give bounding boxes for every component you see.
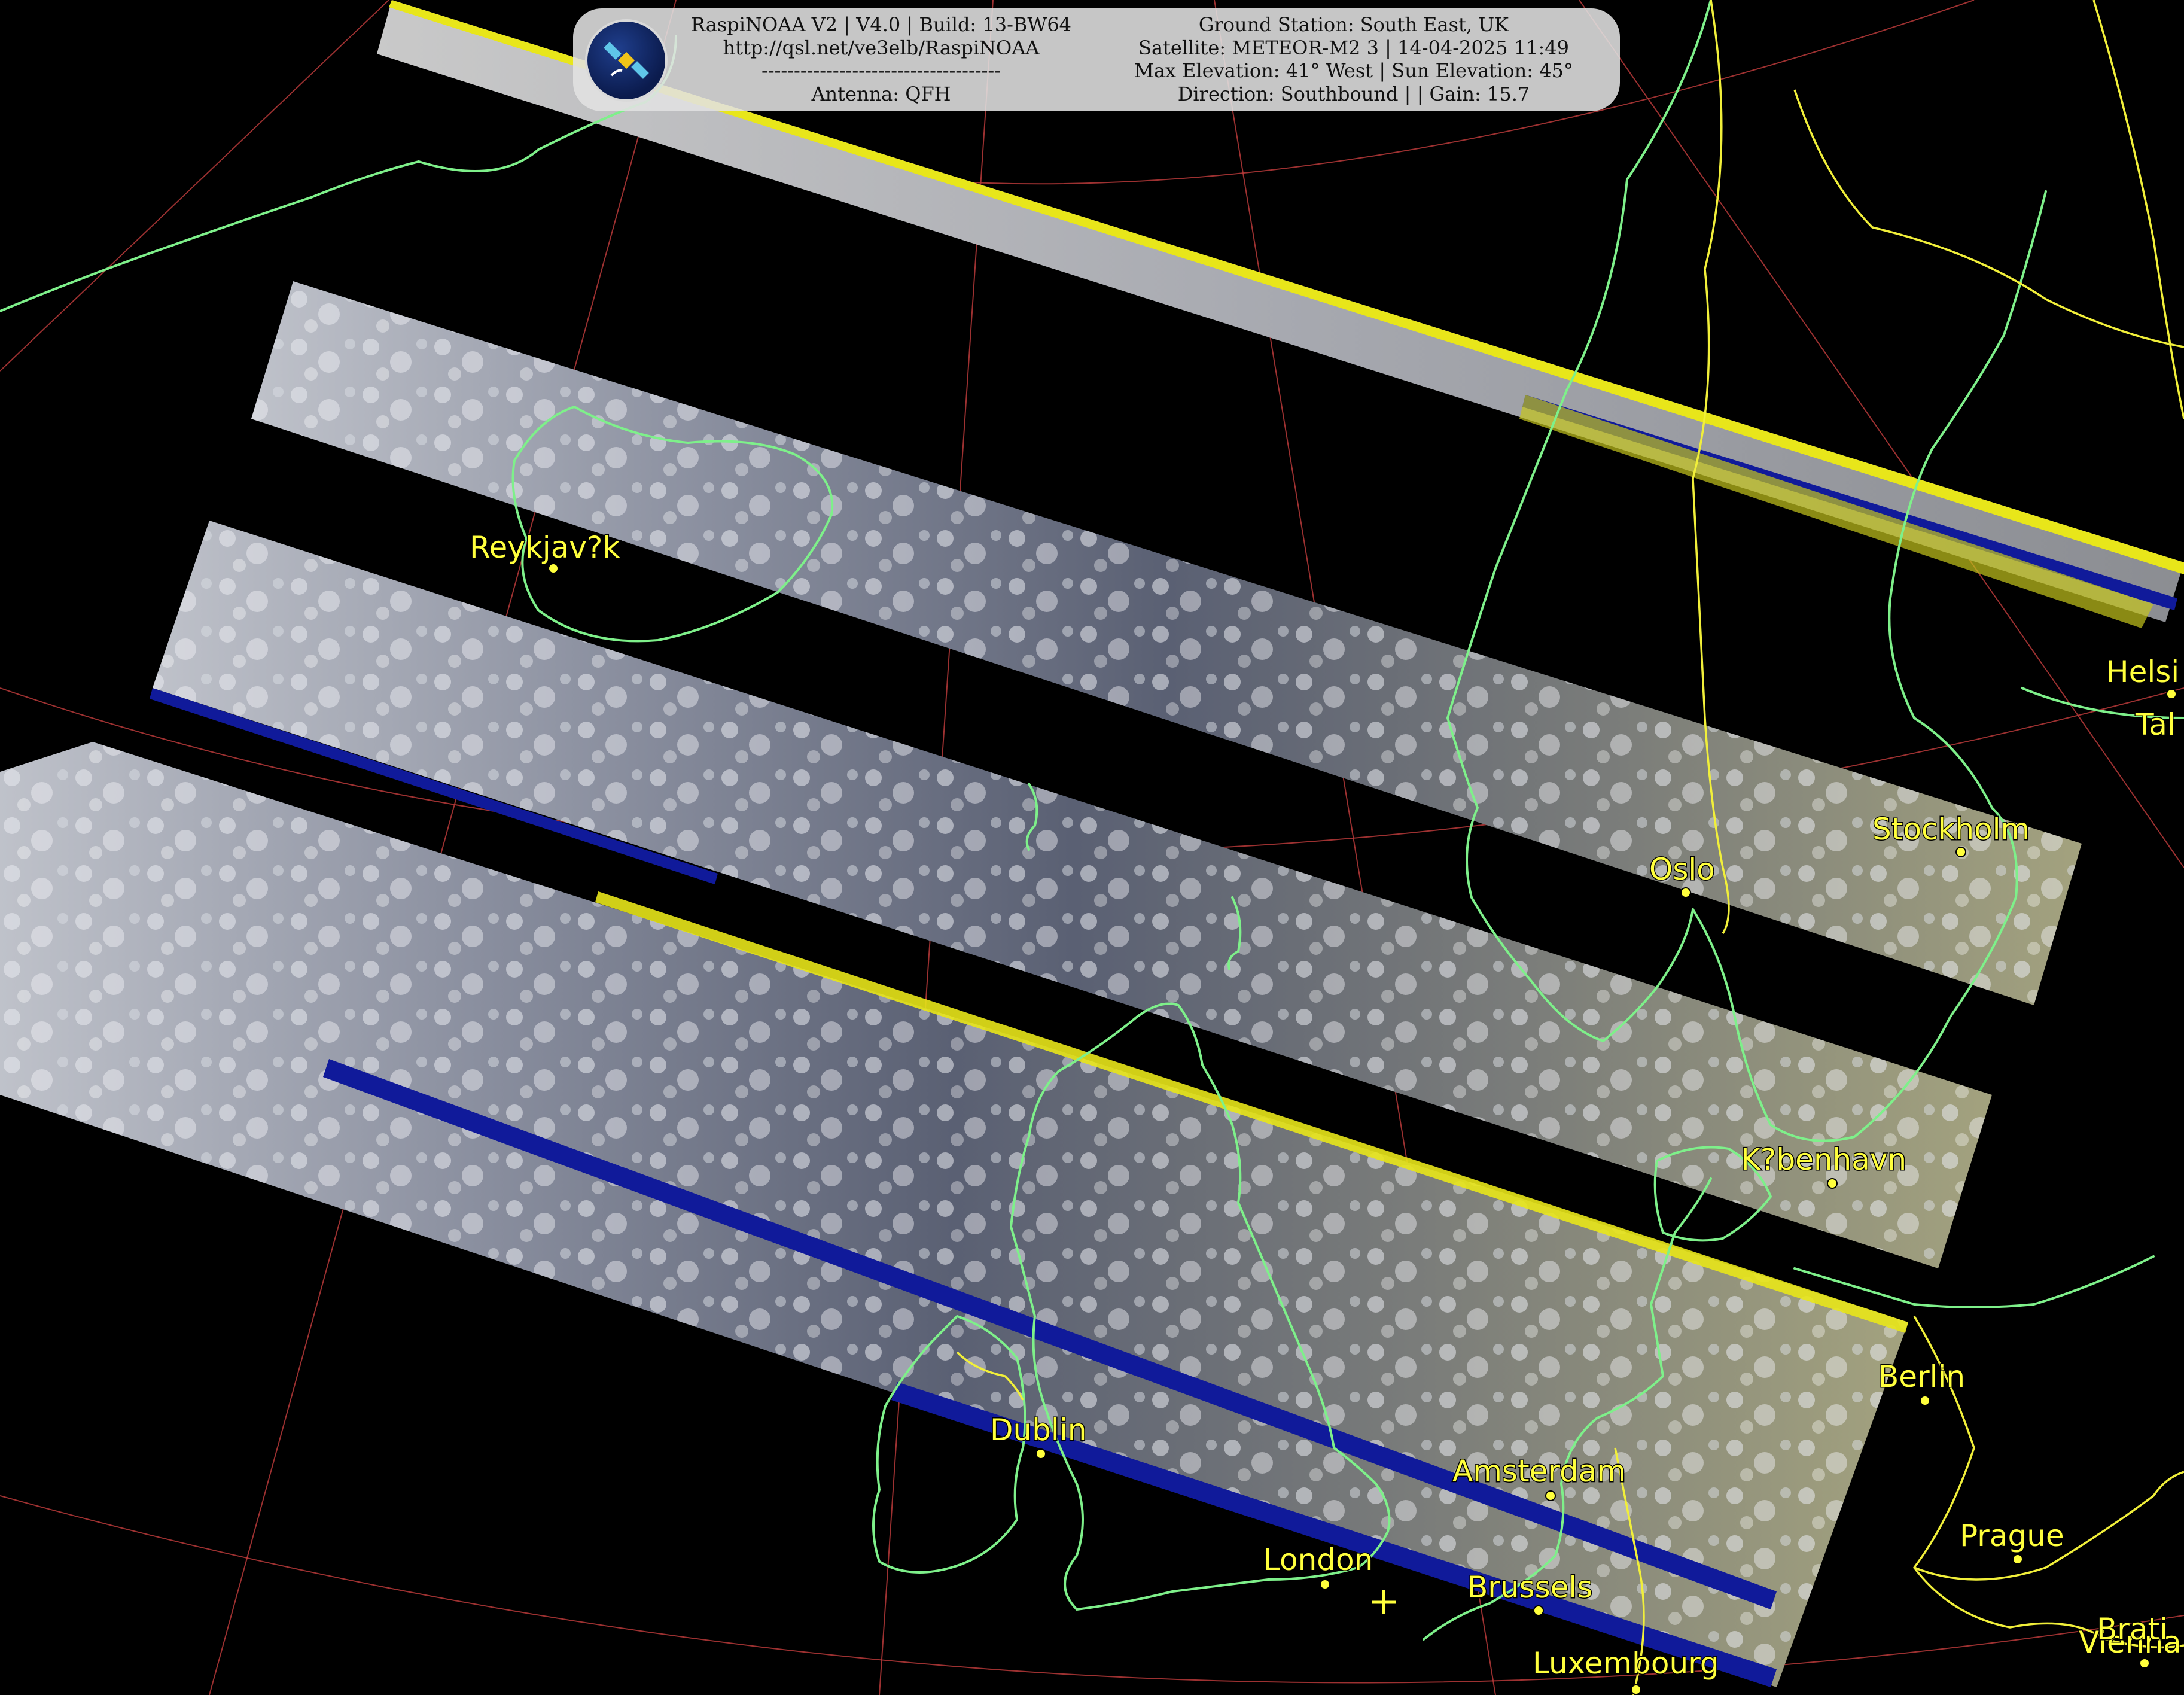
ground-station-text: Ground Station: South East, UK [1198,13,1509,36]
city-label-london: London [1263,1542,1373,1577]
panel-left-column: RaspiNOAA V2 | V4.0 | Build: 13-BW64 htt… [672,13,1091,105]
city-dot-reykjavik [548,563,559,574]
city-dot-helsinki [2166,689,2177,699]
city-label-amsterdam: Amsterdam [1452,1454,1626,1489]
city-dot-amsterdam [1545,1490,1556,1501]
pass-info-panel: RaspiNOAA V2 | V4.0 | Build: 13-BW64 htt… [573,8,1620,111]
city-dot-dublin [1035,1448,1046,1459]
satellite-text: Satellite: METEOR-M2 3 | 14-04-2025 11:4… [1138,36,1569,59]
city-dot-vienna [2139,1658,2150,1669]
city-label-luxembourg: Luxembourg [1533,1646,1719,1681]
coast-sweden [1692,190,2047,1142]
cross-marker-icon [1372,1590,1396,1614]
elevation-text: Max Elevation: 41° West | Sun Elevation:… [1134,59,1573,82]
swath-1-yellow-patch [1519,395,2153,628]
city-dot-oslo [1680,887,1691,898]
city-dot-stockholm [1955,847,1966,857]
city-dot-brussels [1533,1605,1544,1616]
city-dot-kobenhavn [1827,1178,1838,1189]
coast-baltic [1793,1255,2155,1308]
city-dot-luxembourg [1631,1684,1641,1695]
city-label-stockholm: Stockholm [1872,812,2030,847]
city-label-reykjavik: Reykjav?k [470,530,620,565]
city-label-oslo: Oslo [1649,852,1715,887]
antenna-text: Antenna: QFH [811,82,951,105]
city-label-bratislava: Brati [2097,1612,2168,1647]
panel-divider: ------------------------------------- [761,59,1001,82]
panel-right-column: Ground Station: South East, UK Satellite… [1099,13,1608,105]
satellite-swaths [0,0,2184,1687]
satellite-pass-map: Reykjav?k Oslo Stockholm Helsi Tal K?ben… [0,0,2184,1695]
city-label-prague: Prague [1960,1518,2064,1553]
border-russia [2092,0,2184,419]
city-label-berlin: Berlin [1878,1359,1965,1394]
project-url-text: http://qsl.net/ve3elb/RaspiNOAA [723,36,1040,59]
direction-gain-text: Direction: Southbound | | Gain: 15.7 [1177,82,1530,105]
city-label-kobenhavn: K?benhavn [1741,1142,1906,1177]
city-label-helsinki: Helsi [2106,655,2179,689]
city-dot-berlin [1920,1395,1930,1406]
city-label-tallinn: Tal [2135,707,2176,742]
city-label-brussels: Brussels [1467,1570,1592,1605]
software-version-text: RaspiNOAA V2 | V4.0 | Build: 13-BW64 [690,13,1072,36]
city-dot-london [1320,1579,1330,1590]
city-dot-prague [2012,1554,2023,1565]
border-sweden-finland [1793,89,2184,348]
city-label-dublin: Dublin [990,1413,1086,1447]
satellite-icon [585,19,668,102]
